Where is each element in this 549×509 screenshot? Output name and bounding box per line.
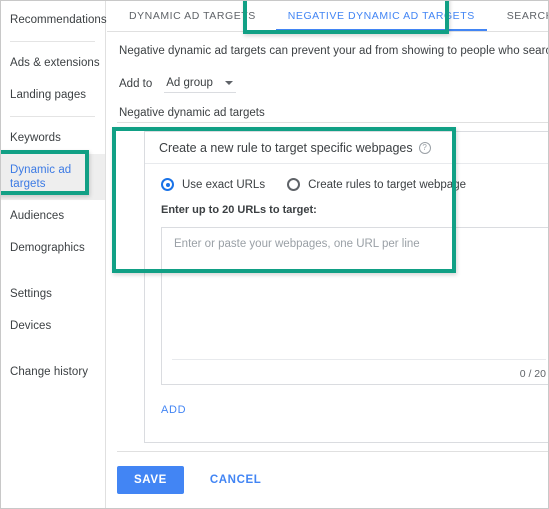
sidebar: Recommendations Ads & extensions Landing… bbox=[0, 0, 107, 509]
sidebar-item-label: Keywords bbox=[10, 132, 61, 144]
add-button[interactable]: ADD bbox=[161, 404, 186, 416]
tab-search-terms[interactable]: SEARCH TERMS bbox=[491, 0, 549, 31]
sidebar-divider bbox=[10, 41, 95, 42]
tab-negative-dynamic-ad-targets[interactable]: NEGATIVE DYNAMIC AD TARGETS bbox=[272, 0, 491, 31]
tab-bar: DYNAMIC AD TARGETS NEGATIVE DYNAMIC AD T… bbox=[107, 0, 549, 32]
footer-actions: SAVE CANCEL bbox=[117, 466, 267, 494]
urls-textarea[interactable]: Enter or paste your webpages, one URL pe… bbox=[161, 227, 549, 385]
create-rule-card: Create a new rule to target specific web… bbox=[144, 131, 549, 443]
urls-field-label: Enter up to 20 URLs to target: bbox=[161, 204, 317, 216]
sidebar-item-label: Audiences bbox=[10, 210, 65, 222]
sidebar-item-keywords[interactable]: Keywords bbox=[0, 122, 105, 154]
tab-dynamic-ad-targets[interactable]: DYNAMIC AD TARGETS bbox=[113, 0, 272, 31]
help-icon[interactable]: ? bbox=[418, 141, 431, 154]
sidebar-item-change-history[interactable]: Change history bbox=[0, 356, 105, 388]
main-content: DYNAMIC AD TARGETS NEGATIVE DYNAMIC AD T… bbox=[107, 0, 549, 509]
target-type-radio-group: Use exact URLs Create rules to target we… bbox=[145, 164, 549, 191]
chevron-down-icon bbox=[224, 81, 233, 85]
add-to-select[interactable]: Ad group bbox=[164, 77, 237, 93]
radio-option-create-rules[interactable]: Create rules to target webpage bbox=[287, 178, 466, 191]
sidebar-item-ads-extensions[interactable]: Ads & extensions bbox=[0, 47, 105, 79]
urls-textarea-placeholder[interactable]: Enter or paste your webpages, one URL pe… bbox=[162, 228, 549, 250]
sidebar-item-devices[interactable]: Devices bbox=[0, 310, 105, 342]
sidebar-item-label: Dynamic ad targets bbox=[10, 164, 72, 190]
sidebar-item-label: Devices bbox=[10, 320, 52, 332]
cancel-button[interactable]: CANCEL bbox=[204, 473, 268, 487]
add-to-select-value: Ad group bbox=[166, 77, 213, 89]
sidebar-item-dynamic-ad-targets[interactable]: Dynamic ad targets bbox=[0, 154, 105, 200]
tab-label: NEGATIVE DYNAMIC AD TARGETS bbox=[287, 9, 475, 22]
sidebar-item-label: Demographics bbox=[10, 242, 85, 254]
add-to-row: Add to Ad group bbox=[119, 69, 549, 93]
page-description: Negative dynamic ad targets can prevent … bbox=[119, 45, 549, 57]
add-to-label: Add to bbox=[119, 78, 153, 90]
save-button[interactable]: SAVE bbox=[117, 466, 184, 494]
radio-icon-unselected[interactable] bbox=[287, 178, 301, 191]
sidebar-item-demographics[interactable]: Demographics bbox=[0, 232, 105, 264]
sidebar-item-label: Recommendations bbox=[10, 14, 107, 26]
create-rule-header: Create a new rule to target specific web… bbox=[145, 132, 549, 164]
sidebar-item-label: Change history bbox=[10, 366, 89, 378]
sidebar-item-label: Landing pages bbox=[10, 89, 87, 101]
negative-targets-card: Create a new rule to target specific web… bbox=[117, 122, 549, 452]
section-title: Negative dynamic ad targets bbox=[119, 107, 265, 119]
radio-label: Use exact URLs bbox=[182, 178, 266, 191]
sidebar-item-settings[interactable]: Settings bbox=[0, 278, 105, 310]
sidebar-item-landing-pages[interactable]: Landing pages bbox=[0, 79, 105, 111]
sidebar-item-label: Settings bbox=[10, 288, 52, 300]
sidebar-item-audiences[interactable]: Audiences bbox=[0, 200, 105, 232]
url-counter: 0 / 20 bbox=[519, 368, 546, 380]
tab-label: DYNAMIC AD TARGETS bbox=[129, 9, 256, 22]
sidebar-item-recommendations[interactable]: Recommendations bbox=[0, 4, 107, 36]
counter-divider bbox=[172, 359, 546, 360]
app-window: Recommendations Ads & extensions Landing… bbox=[0, 0, 549, 509]
radio-option-use-exact-urls[interactable]: Use exact URLs bbox=[161, 178, 265, 191]
sidebar-divider bbox=[10, 116, 95, 117]
radio-label: Create rules to target webpage bbox=[308, 178, 466, 191]
radio-icon-selected[interactable] bbox=[161, 178, 174, 191]
tab-label: SEARCH TERMS bbox=[506, 9, 549, 22]
sidebar-item-label: Ads & extensions bbox=[10, 57, 100, 69]
create-rule-heading: Create a new rule to target specific web… bbox=[159, 140, 413, 155]
